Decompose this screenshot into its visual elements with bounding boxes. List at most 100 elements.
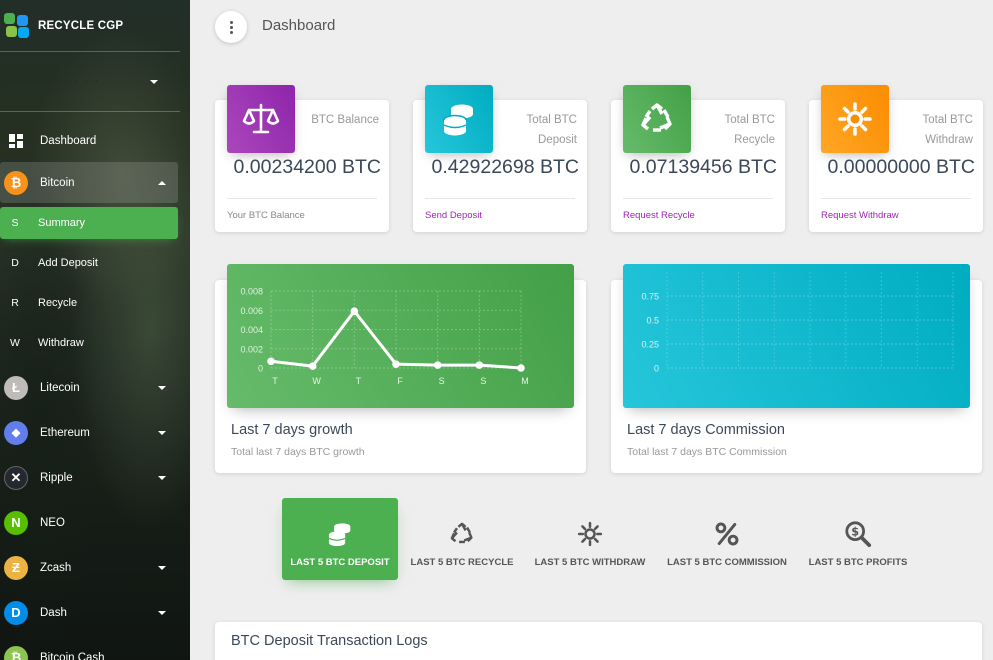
send-deposit-link[interactable]: Send Deposit	[425, 210, 482, 221]
bitcoin-icon: ₿	[4, 170, 28, 195]
x-tick-label: M	[521, 376, 529, 386]
chevron-down-icon	[150, 79, 158, 84]
sidebar-item-bitcoin-cash[interactable]: ₿ Bitcoin Cash	[0, 637, 178, 660]
coins-icon	[425, 85, 493, 153]
chart-subtitle: Total last 7 days BTC growth	[231, 446, 365, 458]
tab-last-5-deposit[interactable]: LAST 5 BTC DEPOSIT	[282, 498, 398, 580]
sidebar-item-abbr: D	[11, 257, 19, 269]
stat-card-withdraw: Total BTC Withdraw 0.00000000 BTC Reques…	[809, 85, 983, 232]
sidebar-item-label: Ethereum	[40, 426, 90, 439]
recycle-icon	[623, 85, 691, 153]
tab-label: LAST 5 BTC PROFITS	[808, 557, 908, 568]
neo-icon: N	[4, 510, 28, 535]
transaction-tabs: LAST 5 BTC DEPOSIT LAST 5 BTC RECYCLE LA…	[282, 498, 916, 580]
sidebar-item-dashboard[interactable]: Dashboard	[0, 122, 178, 159]
stat-value: 0.42922698 BTC	[431, 156, 579, 178]
x-tick-label: S	[480, 376, 486, 386]
y-tick-label: 0.002	[240, 344, 263, 354]
tab-last-5-withdraw[interactable]: LAST 5 BTC WITHDRAW	[526, 498, 654, 580]
tab-last-5-commission[interactable]: LAST 5 BTC COMMISSION	[654, 498, 800, 580]
sidebar-item-ethereum[interactable]: ◆ Ethereum	[0, 412, 178, 453]
app-name: RECYCLE CGP	[38, 19, 124, 32]
tab-label: LAST 5 BTC DEPOSIT	[290, 557, 390, 568]
sun-icon	[821, 85, 889, 153]
request-recycle-link[interactable]: Request Recycle	[623, 210, 695, 221]
data-point	[267, 357, 275, 366]
svg-text:$: $	[851, 525, 859, 538]
dash-icon: D	[4, 600, 28, 625]
sidebar-item-label: Bitcoin	[40, 176, 75, 189]
page-title: Dashboard	[262, 17, 336, 34]
sidebar-item-litecoin[interactable]: Ł Litecoin	[0, 367, 178, 408]
sidebar-item-withdraw[interactable]: W Withdraw	[0, 327, 178, 359]
chevron-down-icon	[158, 430, 166, 435]
search-dollar-icon: $	[844, 519, 872, 549]
tab-last-5-recycle[interactable]: LAST 5 BTC RECYCLE	[398, 498, 526, 580]
sidebar-item-label: Add Deposit	[38, 257, 98, 269]
chart-title: Last 7 days growth	[231, 422, 353, 438]
dashboard-icon	[9, 133, 23, 148]
stat-category: BTC Balance	[311, 114, 379, 126]
y-tick-label: 0.25	[641, 340, 659, 350]
y-tick-label: 0	[258, 364, 263, 374]
dot	[229, 20, 233, 24]
user-menu[interactable]: · · · · · · · · ·	[0, 52, 180, 112]
sidebar-item-ripple[interactable]: ✕ Ripple	[0, 457, 178, 498]
menu-toggle-button[interactable]	[215, 11, 247, 43]
scale-icon	[227, 85, 295, 153]
growth-chart-card: 0 0.002 0.004 0.006 0.008 T W T F S S M Last 7 days…	[215, 264, 586, 473]
sidebar-item-label: Dash	[40, 606, 67, 619]
bitcoin-cash-icon: ₿	[4, 645, 28, 660]
chevron-down-icon	[158, 385, 166, 390]
sidebar-item-abbr: W	[10, 337, 20, 349]
tab-label: LAST 5 BTC WITHDRAW	[534, 557, 646, 568]
x-tick-label: W	[312, 376, 321, 386]
chart-title: Last 7 days Commission	[627, 422, 785, 438]
sidebar-item-recycle[interactable]: R Recycle	[0, 287, 178, 319]
dot	[229, 25, 233, 29]
sidebar-item-zcash[interactable]: Ƶ Zcash	[0, 547, 178, 588]
percent-icon	[714, 519, 740, 549]
sidebar-item-label: Withdraw	[38, 337, 84, 349]
sidebar-item-label: Dashboard	[40, 134, 97, 147]
data-point	[517, 364, 525, 372]
data-point	[475, 361, 484, 369]
logs-title: BTC Deposit Transaction Logs	[231, 633, 428, 649]
sidebar-item-dash[interactable]: D Dash	[0, 592, 178, 633]
y-tick-label: 0.008	[240, 287, 263, 297]
chevron-up-icon	[158, 180, 166, 185]
ethereum-icon: ◆	[4, 420, 28, 445]
sidebar-item-label: Litecoin	[40, 381, 80, 394]
tab-label: LAST 5 BTC RECYCLE	[410, 557, 514, 568]
sidebar-item-label: Recycle	[38, 297, 78, 309]
sidebar-item-neo[interactable]: N NEO	[0, 502, 178, 543]
x-tick-label: T	[356, 376, 362, 386]
sidebar-item-summary[interactable]: S Summary	[0, 207, 178, 239]
stat-value: 0.00000000 BTC	[827, 156, 975, 178]
request-withdraw-link[interactable]: Request Withdraw	[821, 210, 899, 221]
divider	[821, 198, 971, 199]
dot	[229, 30, 233, 34]
logo-row[interactable]: RECYCLE CGP	[0, 0, 180, 52]
sidebar-item-label: Zcash	[40, 561, 72, 574]
sidebar-item-bitcoin[interactable]: ₿ Bitcoin	[0, 162, 178, 203]
commission-chart-card: 0 0.25 0.5 0.75 Last 7 days Commission Tota…	[611, 264, 982, 473]
chevron-down-icon	[158, 610, 166, 615]
sun-icon	[577, 519, 603, 549]
data-point	[392, 360, 400, 368]
growth-chart-svg: 0 0.002 0.004 0.006 0.008 T W T F S S M	[240, 287, 529, 387]
sidebar-item-abbr: S	[11, 217, 19, 229]
litecoin-icon: Ł	[4, 375, 28, 400]
logo-icon	[4, 12, 30, 39]
zcash-icon: Ƶ	[4, 555, 28, 580]
chevron-down-icon	[158, 565, 166, 570]
tab-label: LAST 5 BTC COMMISSION	[667, 557, 787, 568]
stat-category: Total BTC Recycle	[724, 114, 776, 146]
x-tick-label: S	[439, 376, 445, 386]
sidebar-item-add-deposit[interactable]: D Add Deposit	[0, 247, 178, 279]
tab-last-5-profits[interactable]: $ LAST 5 BTC PROFITS	[800, 498, 916, 580]
deposit-logs-card: BTC Deposit Transaction Logs	[215, 622, 982, 660]
stat-category: Total BTC Withdraw	[922, 114, 974, 146]
divider	[227, 198, 377, 199]
y-tick-label: 0	[654, 364, 659, 374]
